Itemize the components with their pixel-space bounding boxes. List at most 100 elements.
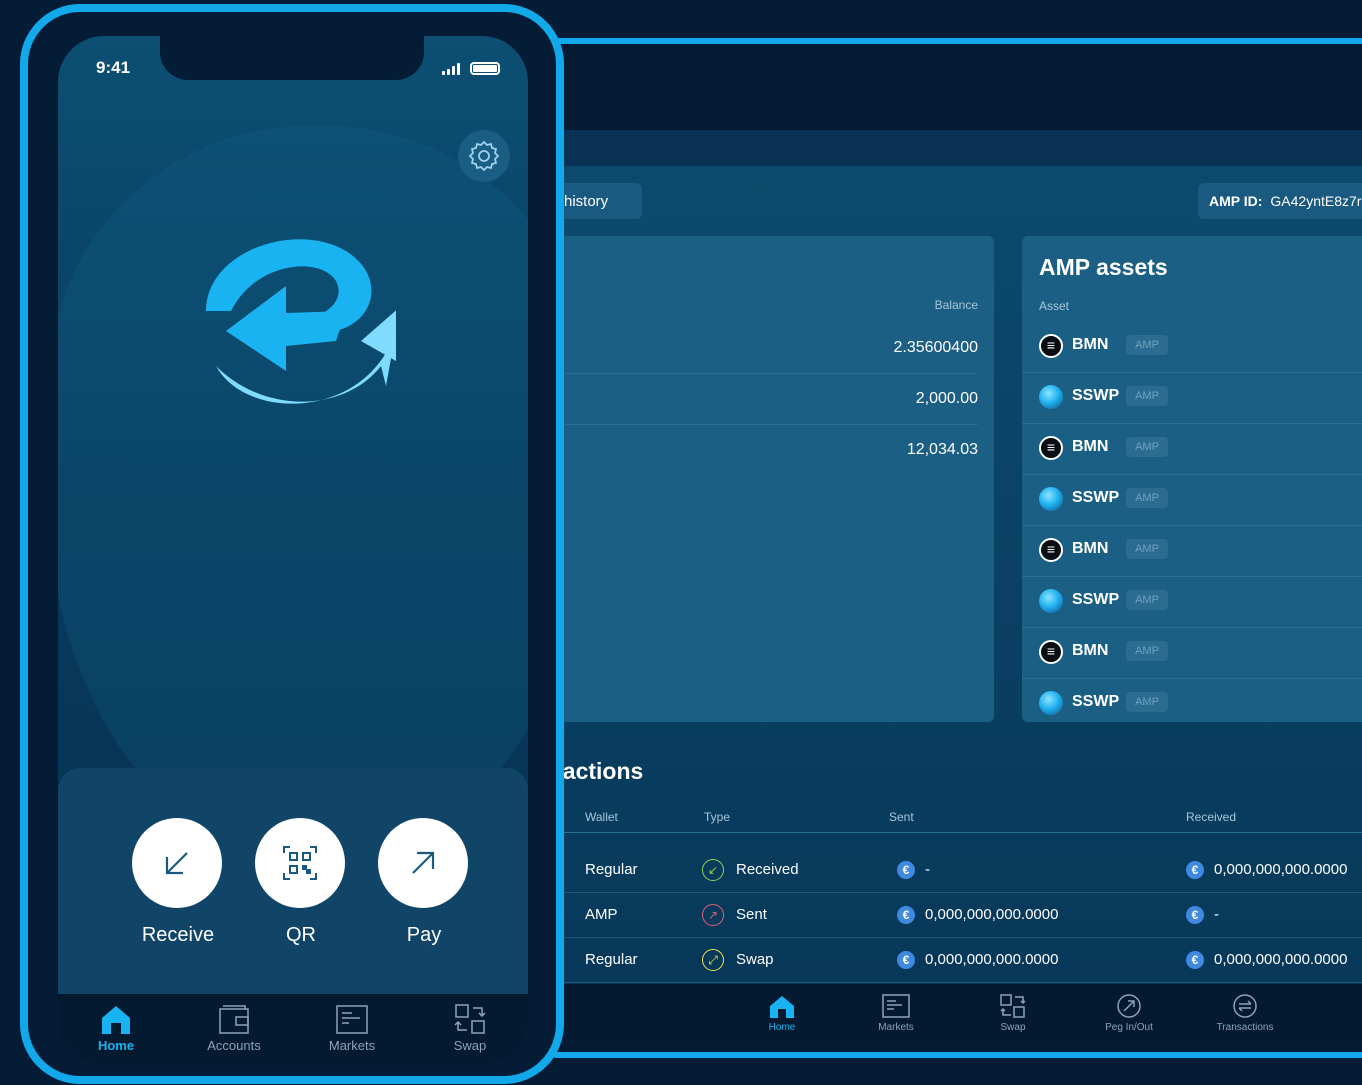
phone-nav-accounts[interactable]: Accounts <box>184 1004 284 1053</box>
status-icons <box>442 62 500 75</box>
sent-icon: ↗ <box>702 904 724 927</box>
asset-row[interactable]: SSWP AMP <box>1022 678 1362 722</box>
balance-header: Balance <box>934 298 978 312</box>
sswp-icon <box>1039 589 1063 613</box>
asset-row[interactable]: SSWP AMP <box>1022 474 1362 526</box>
asset-column-header: Asset <box>1039 299 1070 313</box>
asset-name: SSWP <box>1072 387 1120 404</box>
col-type: Type <box>704 810 731 824</box>
qr-button[interactable]: QR <box>255 818 347 947</box>
balance-row[interactable]: 12,034.03 <box>546 424 978 475</box>
settings-button[interactable] <box>458 130 510 182</box>
asset-name: BMN <box>1072 336 1109 353</box>
phone-nav-home[interactable]: Home <box>66 1004 166 1053</box>
amp-badge: AMP <box>1126 386 1168 406</box>
tablet-nav-label: Markets <box>878 1022 914 1033</box>
balance-card: Balance 2.35600400 2,000.00 12,034.03 <box>546 236 994 722</box>
swap-icon: ⤢ <box>702 949 724 972</box>
asset-row[interactable]: SSWP AMP <box>1022 576 1362 628</box>
pay-label: Pay <box>406 924 442 946</box>
tablet-content: history AMP ID: GA42yntE8z7r Balance 2.3… <box>526 166 1362 984</box>
phone-frame: 9:41 Receive QR Pay Home Accounts Market… <box>20 4 564 1084</box>
asset-row[interactable]: SSWP AMP <box>1022 372 1362 424</box>
col-sent: Sent <box>889 810 914 824</box>
phone-nav-label: Accounts <box>207 1038 261 1053</box>
arrow-down-left-icon <box>165 852 188 875</box>
balance-row[interactable]: 2.35600400 <box>546 322 978 374</box>
signal-icon <box>442 62 460 75</box>
app-logo <box>206 239 396 404</box>
tablet-nav-transactions[interactable]: Transactions <box>1200 994 1290 1033</box>
amp-id-value: GA42yntE8z7r <box>1270 193 1362 209</box>
amp-badge: AMP <box>1126 488 1168 508</box>
asset-name: BMN <box>1072 438 1109 455</box>
tx-received: 0,000,000,000.0000 <box>1214 951 1348 968</box>
phone-notch <box>160 36 424 80</box>
bmn-icon <box>1039 436 1063 460</box>
tx-sent: - <box>925 861 930 878</box>
phone-screen: 9:41 Receive QR Pay Home Accounts Market… <box>58 36 528 1064</box>
tx-type: Sent <box>736 906 767 923</box>
tablet-nav-swap[interactable]: Swap <box>968 994 1058 1033</box>
tablet-top-bar <box>526 130 1362 166</box>
tx-type: Received <box>736 861 799 878</box>
transactions-header: Wallet Type Sent Received <box>526 802 1362 833</box>
euro-icon: € <box>1186 906 1204 925</box>
asset-name: SSWP <box>1072 591 1120 608</box>
asset-row[interactable]: BMN AMP <box>1022 525 1362 577</box>
qr-code-icon <box>283 846 317 880</box>
action-panel: Receive QR Pay <box>58 768 528 1028</box>
euro-icon: € <box>1186 861 1204 880</box>
tablet-nav-home[interactable]: Home <box>737 994 827 1033</box>
qr-label: QR <box>286 924 316 946</box>
transaction-row[interactable]: Regular ↙ Received € - €0,000,000,000.0000 <box>526 848 1362 893</box>
transaction-row[interactable]: AMP ↗ Sent €0,000,000,000.0000 € - <box>526 893 1362 938</box>
amp-badge: AMP <box>1126 692 1168 712</box>
phone-nav-markets[interactable]: Markets <box>302 1004 402 1053</box>
markets-icon <box>882 994 910 1018</box>
col-received: Received <box>1186 810 1237 824</box>
asset-name: BMN <box>1072 642 1109 659</box>
bmn-icon <box>1039 640 1063 664</box>
tablet-nav-label: Home <box>768 1022 796 1033</box>
asset-name: SSWP <box>1072 693 1120 710</box>
phone-nav-label: Markets <box>328 1038 376 1053</box>
amp-assets-title: AMP assets <box>1039 254 1168 280</box>
asset-name: BMN <box>1072 540 1109 557</box>
history-label: history <box>564 192 609 210</box>
amp-assets-card: AMP assets Asset BMN AMP SSWP AMP BMN AM… <box>1022 236 1362 722</box>
tablet-nav-label: Transactions <box>1216 1022 1274 1033</box>
amp-badge: AMP <box>1126 641 1168 661</box>
euro-icon: € <box>1186 951 1204 970</box>
pay-button[interactable]: Pay <box>378 818 470 947</box>
swap-nav-icon <box>454 1004 486 1034</box>
tablet-nav-peg[interactable]: Peg In/Out <box>1084 994 1174 1033</box>
markets-icon <box>336 1005 368 1034</box>
asset-row[interactable]: BMN AMP <box>1022 321 1362 373</box>
home-icon <box>770 996 794 1018</box>
status-time: 9:41 <box>96 58 131 77</box>
phone-nav-swap[interactable]: Swap <box>420 1004 520 1053</box>
tablet-bottom-nav: Home Markets Swap Peg In/Out Transaction… <box>526 984 1362 1044</box>
tx-sent: 0,000,000,000.0000 <box>925 906 1059 923</box>
amp-badge: AMP <box>1126 590 1168 610</box>
gear-icon <box>468 140 500 172</box>
receive-label: Receive <box>141 924 215 946</box>
amp-badge: AMP <box>1126 335 1168 355</box>
amp-id-field[interactable]: AMP ID: GA42yntE8z7r <box>1198 183 1362 219</box>
tx-received: - <box>1214 906 1219 923</box>
amp-badge: AMP <box>1126 437 1168 457</box>
asset-row[interactable]: BMN AMP <box>1022 423 1362 475</box>
balance-row[interactable]: 2,000.00 <box>546 373 978 425</box>
swap-nav-icon <box>1000 994 1026 1018</box>
asset-name: SSWP <box>1072 489 1120 506</box>
wallet-icon <box>219 1005 249 1034</box>
amp-badge: AMP <box>1126 539 1168 559</box>
sswp-icon <box>1039 487 1063 511</box>
tablet-frame: history AMP ID: GA42yntE8z7r Balance 2.3… <box>520 38 1362 1058</box>
receive-button[interactable]: Receive <box>132 818 224 947</box>
transaction-row[interactable]: Regular ⤢ Swap €0,000,000,000.0000 €0,000… <box>526 938 1362 983</box>
euro-icon: € <box>897 951 915 970</box>
asset-row[interactable]: BMN AMP <box>1022 627 1362 679</box>
tablet-nav-markets[interactable]: Markets <box>851 994 941 1033</box>
